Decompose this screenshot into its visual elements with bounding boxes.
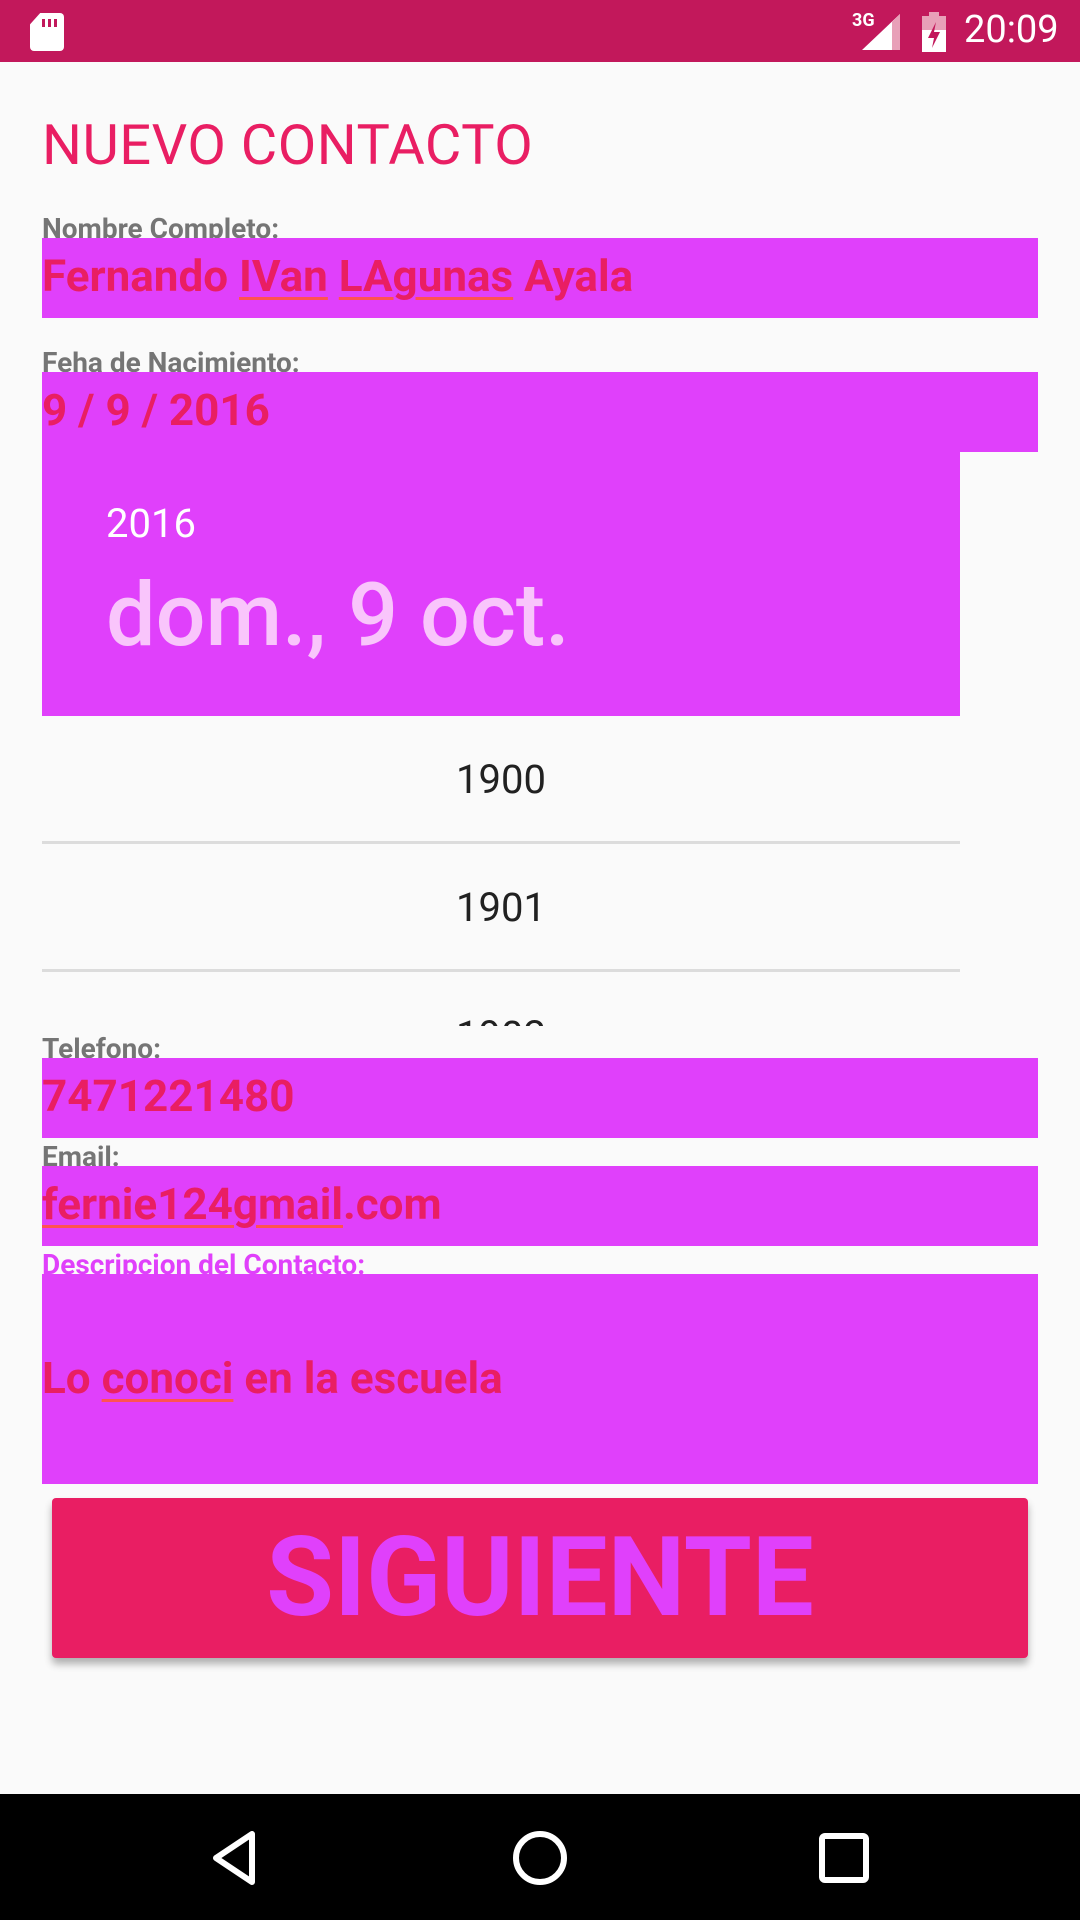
name-value: Fernando IVan LAgunas Ayala [42, 250, 634, 302]
year-list[interactable]: 1900 1901 1902 [42, 716, 960, 1026]
email-input[interactable]: fernie124gmail.com [42, 1166, 1038, 1246]
birthdate-value: 9 / 9 / 2016 [42, 384, 270, 436]
page-title: NUEVO CONTACTO [42, 112, 534, 178]
status-clock: 20:09 [964, 8, 1059, 52]
phone-value: 7471221480 [42, 1070, 295, 1122]
description-input[interactable]: Lo conoci en la escuela [42, 1274, 1038, 1484]
home-icon[interactable] [508, 1826, 572, 1890]
year-item[interactable]: 1900 [42, 716, 960, 844]
phone-input[interactable]: 7471221480 [42, 1058, 1038, 1138]
siguiente-button[interactable]: SIGUIENTE [52, 1498, 1028, 1658]
recents-icon[interactable] [812, 1826, 876, 1890]
sd-card-icon [30, 13, 64, 51]
navigation-bar [0, 1794, 1080, 1920]
date-picker-header: 2016 dom., 9 oct. [42, 450, 960, 716]
status-bar: 3G 20:09 [0, 0, 1080, 62]
name-input[interactable]: Fernando IVan LAgunas Ayala [42, 238, 1038, 318]
battery-charging-icon [922, 12, 946, 52]
description-value: Lo conoci en la escuela [42, 1352, 503, 1404]
year-item[interactable]: 1901 [42, 844, 960, 972]
year-item[interactable]: 1902 [42, 972, 960, 1026]
signal-icon [862, 14, 900, 50]
date-picker-year[interactable]: 2016 [106, 500, 196, 547]
back-icon[interactable] [204, 1826, 268, 1890]
date-picker-selected-date[interactable]: dom., 9 oct. [106, 564, 570, 667]
birthdate-input[interactable]: 9 / 9 / 2016 [42, 372, 1038, 452]
email-value: fernie124gmail.com [42, 1178, 442, 1230]
